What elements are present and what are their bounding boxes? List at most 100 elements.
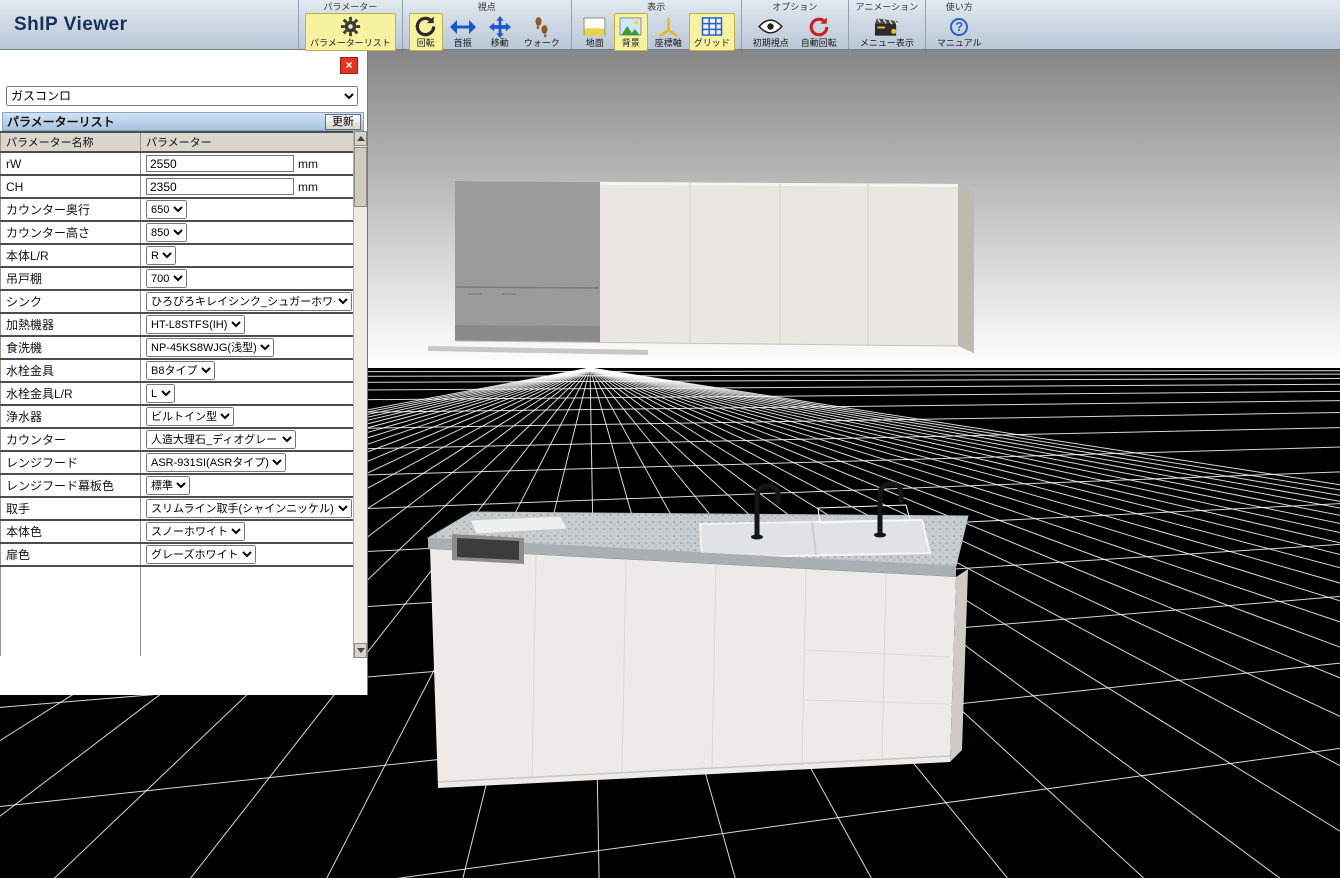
param-name-cell: シンク xyxy=(1,290,141,313)
ground-icon xyxy=(583,15,606,38)
param-name-cell: レンジフード幕板色 xyxy=(1,474,141,497)
param-row: シンク ひろびろキレイシンク_シュガーホワイト xyxy=(1,290,354,313)
param-row: 加熱機器 HT-L8STFS(IH) xyxy=(1,313,354,336)
param-body-lr[interactable]: R xyxy=(146,246,176,265)
panel-scrollbar[interactable] xyxy=(353,131,367,658)
toolbar-buttons: 回転首振 移動ウォーク xyxy=(409,13,565,51)
menu-display-button[interactable]: メニュー表示 xyxy=(855,13,919,51)
auto-rotate-icon xyxy=(808,15,830,38)
param-dishwasher[interactable]: NP-45KS8WJG(浅型) xyxy=(146,338,274,357)
param-control-cell: スノーホワイト xyxy=(141,520,354,543)
rotate-icon xyxy=(414,15,437,38)
eye-icon xyxy=(758,15,783,38)
param-row: rW mm xyxy=(1,152,354,175)
parameter-table: パラメーター名称 パラメーター rW mm CH mm カウンター奥行 650 … xyxy=(0,131,354,656)
unit-label: mm xyxy=(298,180,318,194)
toolbar-buttons: 地面背景座標軸 グリッド xyxy=(578,13,735,51)
param-control-cell: ビルトイン型 xyxy=(141,405,354,428)
manual-button[interactable]: ?マニュアル xyxy=(932,13,987,51)
gear-icon xyxy=(339,15,362,38)
param-ch[interactable] xyxy=(146,178,294,195)
param-name-cell: 水栓金具 xyxy=(1,359,141,382)
param-row: 取手 スリムライン取手(シャインニッケル) xyxy=(1,497,354,520)
param-hood-panel-color[interactable]: 標準 xyxy=(146,476,190,495)
parameter-panel: × ガスコンロ パラメーターリスト 更新 パラメーター名称 パラメーター rW … xyxy=(0,50,368,695)
param-body-color[interactable]: スノーホワイト xyxy=(146,522,245,541)
param-wall-cabinet[interactable]: 700 xyxy=(146,269,187,288)
scroll-up-button[interactable] xyxy=(354,131,367,146)
toolbar-group-label: 使い方 xyxy=(946,2,973,12)
walk-button[interactable]: ウォーク xyxy=(519,13,565,51)
param-control-cell: 650 xyxy=(141,198,354,221)
param-row: カウンター 人造大理石_ディオグレー xyxy=(1,428,354,451)
toolbar-group: 表示 地面背景座標軸グリッド xyxy=(571,0,741,49)
toolbar-group-label: オプション xyxy=(772,2,817,12)
param-control-cell: 700 xyxy=(141,267,354,290)
param-handle[interactable]: スリムライン取手(シャインニッケル) xyxy=(146,499,352,518)
help-icon: ? xyxy=(950,15,968,38)
initial-view-button[interactable]: 初期視点 xyxy=(748,13,794,51)
param-name-cell: カウンター奥行 xyxy=(1,198,141,221)
toolbar-button-label: 首振 xyxy=(454,38,472,49)
grid-button[interactable]: グリッド xyxy=(689,13,735,51)
toolbar-buttons: パラメーターリスト xyxy=(305,13,396,51)
param-rw[interactable] xyxy=(146,155,294,172)
param-faucet-lr[interactable]: L xyxy=(146,384,175,403)
scroll-up-icon xyxy=(357,136,365,141)
param-water-purifier[interactable]: ビルトイン型 xyxy=(146,407,234,426)
move-icon xyxy=(489,15,511,38)
parameter-list-header: パラメーターリスト 更新 xyxy=(2,112,364,131)
toolbar-buttons: 初期視点自動回転 xyxy=(748,13,842,51)
scroll-down-button[interactable] xyxy=(354,643,367,658)
param-name-cell: 扉色 xyxy=(1,543,141,566)
toolbar-button-label: 移動 xyxy=(491,38,509,49)
param-control-cell: 標準 xyxy=(141,474,354,497)
ground-button[interactable]: 地面 xyxy=(578,13,612,51)
toolbar-button-label: 座標軸 xyxy=(655,38,682,49)
scrollbar-thumb[interactable] xyxy=(354,147,367,207)
toolbar-button-label: メニュー表示 xyxy=(860,38,914,49)
close-icon[interactable]: × xyxy=(340,57,358,74)
background-button[interactable]: 背景 xyxy=(614,13,648,51)
param-range-hood[interactable]: ASR-931SI(ASRタイプ) xyxy=(146,453,286,472)
param-row: カウンター奥行 650 xyxy=(1,198,354,221)
toolbar-button-label: 地面 xyxy=(586,38,604,49)
swing-button[interactable]: 首振 xyxy=(445,13,481,51)
param-control-cell: ASR-931SI(ASRタイプ) xyxy=(141,451,354,474)
param-counter[interactable]: 人造大理石_ディオグレー xyxy=(146,430,296,449)
rotate-button[interactable]: 回転 xyxy=(409,13,443,51)
param-faucet[interactable]: B8タイプ xyxy=(146,361,215,380)
toolbar-group-label: パラメーター xyxy=(324,2,378,12)
toolbar-groups: パラメーター パラメーターリスト 視点 回転首振移動ウォーク 表示 地面背景座標… xyxy=(298,0,993,49)
param-row: 浄水器 ビルトイン型 xyxy=(1,405,354,428)
toolbar-group-label: 視点 xyxy=(478,2,496,12)
toolbar-button-label: グリッド xyxy=(694,38,730,49)
toolbar-group: アニメーション メニュー表示 xyxy=(848,0,925,49)
param-control-cell: R xyxy=(141,244,354,267)
walk-icon xyxy=(534,15,549,38)
param-row: CH mm xyxy=(1,175,354,198)
param-name-cell: 水栓金具L/R xyxy=(1,382,141,405)
param-counter-depth[interactable]: 650 xyxy=(146,200,187,219)
param-row: 本体L/R R xyxy=(1,244,354,267)
param-name-cell: 吊戸棚 xyxy=(1,267,141,290)
axes-icon xyxy=(657,15,680,38)
param-heater[interactable]: HT-L8STFS(IH) xyxy=(146,315,245,334)
update-button[interactable]: 更新 xyxy=(325,114,361,130)
param-row: レンジフード ASR-931SI(ASRタイプ) xyxy=(1,451,354,474)
axes-button[interactable]: 座標軸 xyxy=(650,13,687,51)
move-button[interactable]: 移動 xyxy=(483,13,517,51)
param-control-cell: mm xyxy=(141,175,354,198)
toolbar-button-label: 初期視点 xyxy=(753,38,789,49)
model-select[interactable]: ガスコンロ xyxy=(6,86,358,106)
toolbar-buttons: メニュー表示 xyxy=(855,13,919,51)
param-name-cell: CH xyxy=(1,175,141,198)
param-sink[interactable]: ひろびろキレイシンク_シュガーホワイト xyxy=(146,292,352,311)
param-door-color[interactable]: グレーズホワイト xyxy=(146,545,256,564)
param-name-cell: 本体色 xyxy=(1,520,141,543)
auto-rotate-button[interactable]: 自動回転 xyxy=(796,13,842,51)
kitchen-3d-model xyxy=(428,181,974,788)
param-counter-height[interactable]: 850 xyxy=(146,223,187,242)
toolbar-group: 使い方 ?マニュアル xyxy=(925,0,993,49)
parameter-list-button[interactable]: パラメーターリスト xyxy=(305,13,396,51)
